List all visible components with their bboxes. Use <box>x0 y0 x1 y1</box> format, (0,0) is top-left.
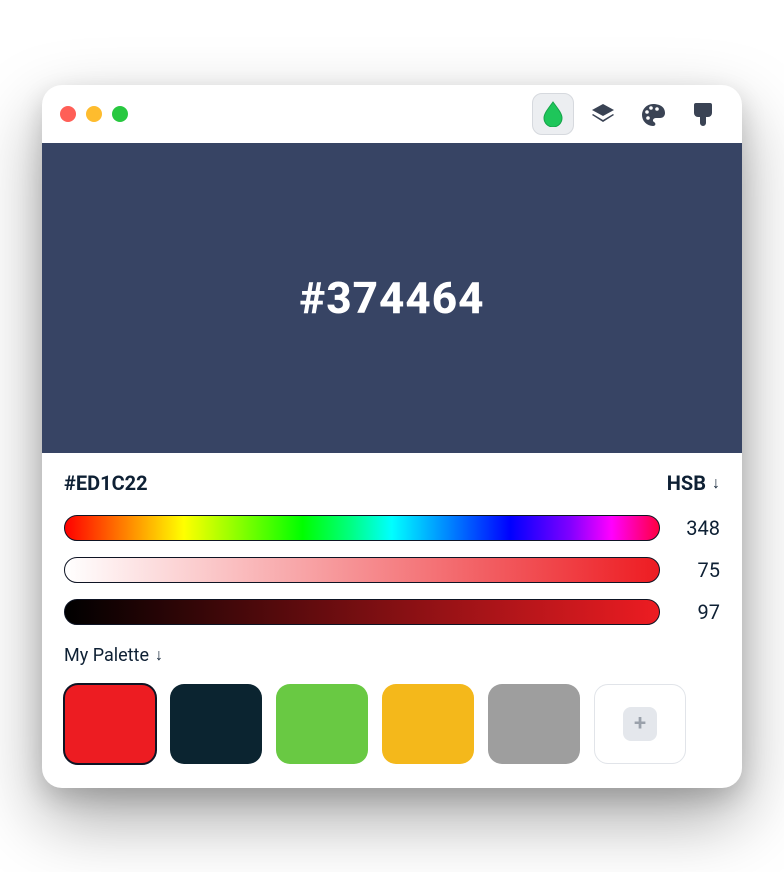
swatch-0[interactable] <box>64 684 156 764</box>
tool-layers[interactable] <box>582 93 624 135</box>
color-mode-select[interactable]: HSB ↓ <box>667 471 720 495</box>
traffic-lights <box>60 106 128 122</box>
color-preview: #374464 <box>42 143 742 453</box>
swatch-1[interactable] <box>170 684 262 764</box>
preview-hex-label: #374464 <box>299 272 484 324</box>
color-mode-label: HSB <box>667 471 706 495</box>
current-hex[interactable]: #ED1C22 <box>64 471 148 495</box>
titlebar <box>42 85 742 143</box>
sliders: 348 75 97 <box>64 515 720 625</box>
palette-swatches: + <box>64 684 720 764</box>
palette-icon <box>640 102 666 126</box>
window-zoom-button[interactable] <box>112 106 128 122</box>
tool-color-picker[interactable] <box>532 93 574 135</box>
chevron-down-icon: ↓ <box>712 473 720 493</box>
hue-row: 348 <box>64 515 720 541</box>
add-swatch-button[interactable]: + <box>594 684 686 764</box>
swatch-4[interactable] <box>488 684 580 764</box>
brightness-row: 97 <box>64 599 720 625</box>
window-minimize-button[interactable] <box>86 106 102 122</box>
window-close-button[interactable] <box>60 106 76 122</box>
palette-label: My Palette <box>64 645 149 666</box>
saturation-value: 75 <box>678 558 720 582</box>
brightness-value: 97 <box>678 600 720 624</box>
drop-icon <box>542 101 564 127</box>
palette-select[interactable]: My Palette ↓ <box>64 645 720 666</box>
swatch-2[interactable] <box>276 684 368 764</box>
plus-icon: + <box>623 707 657 741</box>
tool-palette[interactable] <box>632 93 674 135</box>
saturation-row: 75 <box>64 557 720 583</box>
layers-icon <box>590 102 616 126</box>
hue-slider[interactable] <box>64 515 660 541</box>
brightness-slider[interactable] <box>64 599 660 625</box>
chevron-down-icon: ↓ <box>155 645 163 665</box>
toolbar <box>532 93 724 135</box>
picker-header: #ED1C22 HSB ↓ <box>64 471 720 495</box>
brush-icon <box>692 101 714 127</box>
saturation-slider[interactable] <box>64 557 660 583</box>
tool-brush[interactable] <box>682 93 724 135</box>
swatch-3[interactable] <box>382 684 474 764</box>
hue-value: 348 <box>678 516 720 540</box>
picker-panel: #ED1C22 HSB ↓ 348 75 97 My Palette ↓ <box>42 453 742 788</box>
app-window: #374464 #ED1C22 HSB ↓ 348 75 97 <box>42 85 742 788</box>
